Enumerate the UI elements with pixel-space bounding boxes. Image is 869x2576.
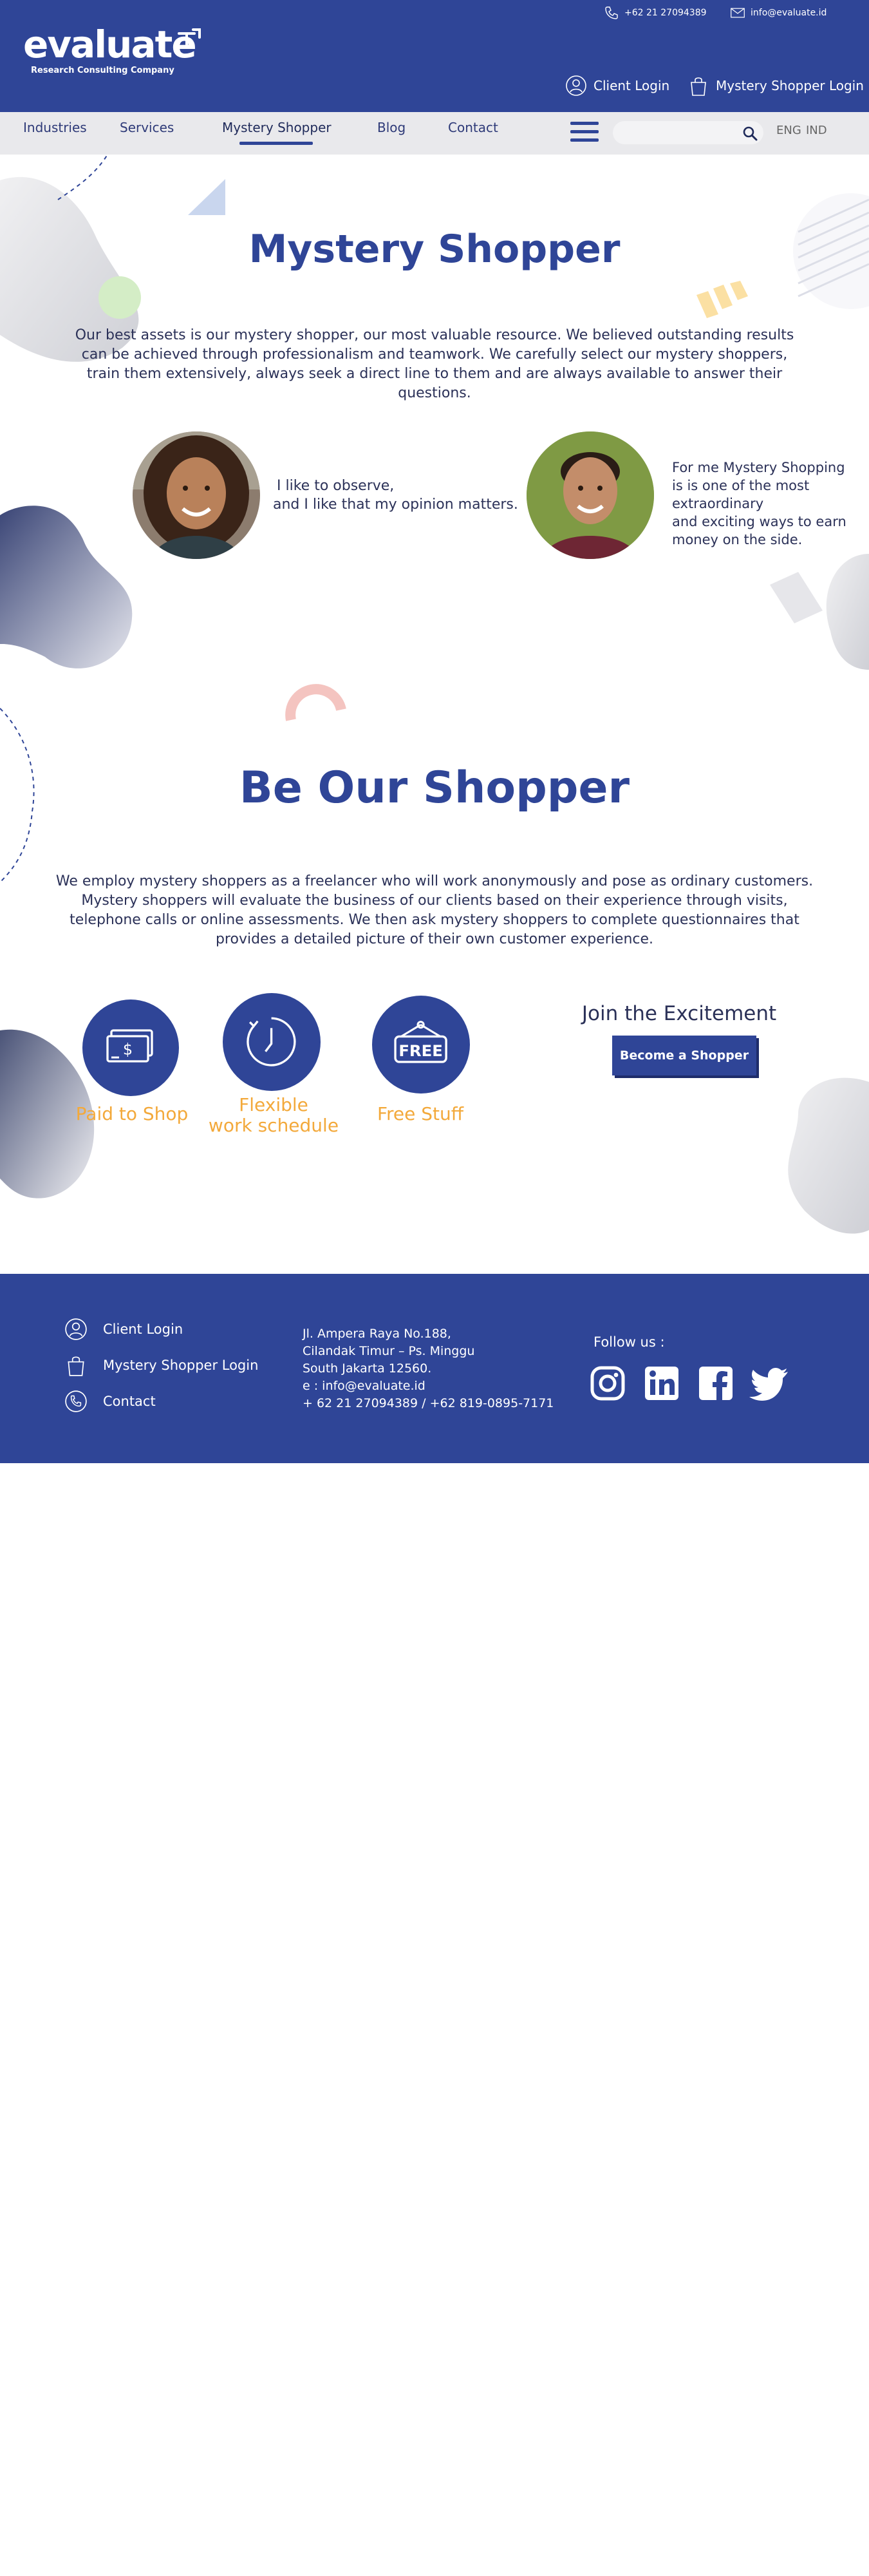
nav-item-mystery-shopper[interactable]: Mystery Shopper (222, 120, 332, 135)
address-line: South Jakarta 12560. (303, 1361, 432, 1376)
avatar-woman (133, 431, 260, 559)
nav-active-indicator (239, 142, 313, 145)
nav-item-industries[interactable]: Industries (23, 120, 87, 135)
become-shopper-button[interactable]: Become a Shopper (612, 1036, 756, 1075)
mail-icon (731, 8, 745, 18)
avatar-man (527, 431, 654, 559)
footer-shopper-login[interactable]: Mystery Shopper Login (64, 1354, 258, 1377)
linkedin-icon[interactable] (644, 1365, 680, 1401)
header-phone-text: +62 21 27094389 (624, 8, 707, 18)
logo[interactable]: evaluate Research Consulting Company (23, 23, 201, 75)
testimonial-2-line: extraordinary (672, 496, 764, 511)
intro-paragraph: Our best assets is our mystery shopper, … (75, 327, 794, 401)
footer-phone[interactable]: + 62 21 27094389 / +62 819-0895-7171 (303, 1395, 554, 1412)
feature-flexible-circle (223, 993, 321, 1091)
nav-item-services[interactable]: Services (120, 120, 174, 135)
instagram-icon[interactable] (590, 1365, 626, 1401)
phone-icon (605, 6, 618, 19)
page-title: Mystery Shopper (248, 227, 621, 272)
feature-paid-circle: $ (82, 999, 179, 1096)
search-input[interactable] (613, 121, 763, 144)
testimonial-2-line: For me Mystery Shopping (672, 460, 845, 475)
menu-icon[interactable] (570, 122, 599, 145)
feature-flexible-label: Flexible work schedule (193, 1095, 354, 1136)
testimonial-2-line: money on the side. (672, 532, 803, 547)
testimonial-1-line: and I like that my opinion matters. (273, 497, 518, 513)
address-line: Cilandak Timur – Ps. Minggu (303, 1344, 475, 1358)
nav-item-blog[interactable]: Blog (377, 120, 406, 135)
phone-icon (65, 1390, 87, 1412)
shopping-bag-icon (68, 1356, 84, 1376)
footer-contact[interactable]: Contact (64, 1390, 156, 1413)
svg-text:FREE: FREE (399, 1041, 444, 1060)
money-icon: $ (106, 1029, 153, 1063)
join-title: Join the Excitement (581, 1002, 777, 1025)
logo-mark-icon (178, 28, 201, 46)
header-phone[interactable]: +62 21 27094389 (604, 5, 707, 21)
clock-icon (247, 1017, 296, 1067)
logo-wordmark: evaluate (23, 23, 197, 66)
footer-client-login-label: Client Login (103, 1321, 183, 1337)
feature-flexible-line: Flexible (239, 1094, 308, 1115)
free-sign-icon: FREE (394, 1021, 448, 1064)
testimonial-1: I like to observe, and I like that my op… (273, 477, 518, 514)
testimonial-2: For me Mystery Shopping is is one of the… (672, 459, 846, 549)
user-circle-icon (65, 1318, 87, 1340)
footer-client-login[interactable]: Client Login (64, 1318, 183, 1341)
testimonial-2-line: is is one of the most (672, 478, 810, 493)
feature-paid-label: Paid to Shop (75, 1103, 189, 1124)
be-shopper-paragraph: We employ mystery shoppers as a freelanc… (55, 873, 814, 947)
testimonial-2-line: and exciting ways to earn (672, 514, 846, 529)
main-nav: Industries Services Mystery Shopper Blog… (0, 112, 869, 155)
shopper-login-label: Mystery Shopper Login (716, 78, 864, 93)
facebook-icon[interactable] (698, 1365, 734, 1401)
feature-free-label: Free Stuff (377, 1103, 464, 1124)
twitter-icon[interactable] (749, 1365, 790, 1401)
follow-us-label: Follow us : (593, 1334, 665, 1350)
svg-text:$: $ (123, 1041, 133, 1059)
be-shopper-title: Be Our Shopper (239, 762, 630, 813)
feature-free-circle: FREE (372, 996, 470, 1094)
search-icon[interactable] (742, 125, 758, 142)
shopper-login-link[interactable]: Mystery Shopper Login (687, 75, 864, 97)
logo-tagline: Research Consulting Company (31, 66, 174, 75)
site-header: evaluate Research Consulting Company +62… (0, 0, 869, 112)
user-circle-icon (566, 75, 586, 96)
shopping-bag-icon (691, 77, 706, 96)
lang-english[interactable]: ENG (776, 124, 801, 137)
footer-contact-label: Contact (103, 1394, 156, 1409)
nav-item-contact[interactable]: Contact (448, 120, 498, 135)
address-line: Jl. Ampera Raya No.188, (303, 1327, 451, 1341)
header-email-text: info@evaluate.id (751, 8, 827, 18)
feature-flexible-line: work schedule (208, 1115, 339, 1136)
lang-indonesian[interactable]: IND (806, 124, 827, 137)
footer-email[interactable]: e : info@evaluate.id (303, 1378, 554, 1395)
client-login-label: Client Login (593, 78, 670, 93)
site-footer: Client Login Mystery Shopper Login Conta… (0, 1274, 869, 1463)
client-login-link[interactable]: Client Login (565, 75, 669, 97)
header-email[interactable]: info@evaluate.id (730, 5, 827, 21)
footer-shopper-login-label: Mystery Shopper Login (103, 1358, 259, 1373)
testimonial-1-line: I like to observe, (277, 478, 395, 494)
footer-address: Jl. Ampera Raya No.188, Cilandak Timur –… (303, 1325, 554, 1412)
